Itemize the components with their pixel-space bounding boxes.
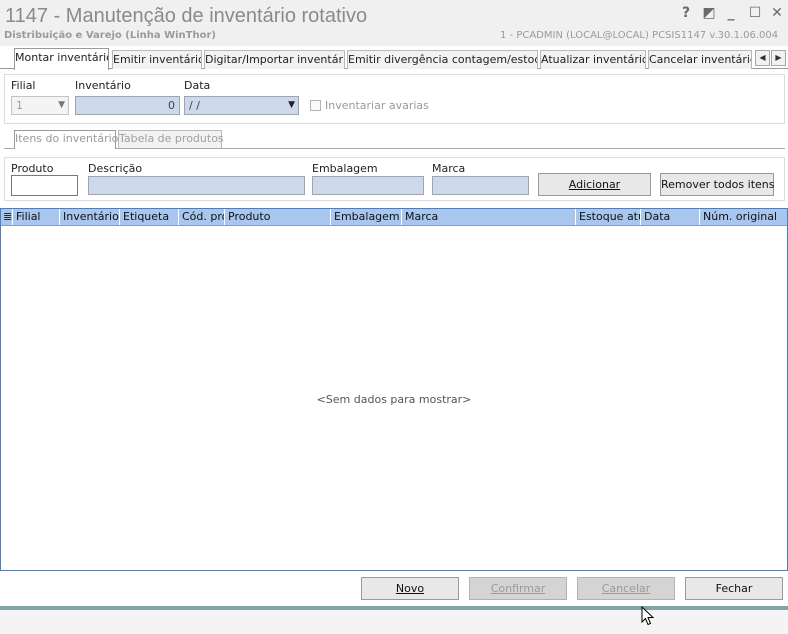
fechar-label: Fechar bbox=[715, 582, 753, 595]
column-chooser-icon[interactable]: ≣ bbox=[1, 209, 13, 225]
product-panel: Produto Descrição Embalagem Marca Adicio… bbox=[4, 157, 785, 201]
main-tabs: Montar inventário Emitir inventário Digi… bbox=[0, 48, 788, 70]
tab-montar-inventario[interactable]: Montar inventário bbox=[14, 48, 109, 70]
window-subtitle: Distribuição e Varejo (Linha WinThor) bbox=[4, 30, 216, 41]
col-data[interactable]: Data bbox=[641, 209, 700, 225]
tab-emitir-divergencia[interactable]: Emitir divergência contagem/estoque bbox=[347, 50, 538, 69]
adicionar-label: Adicionar bbox=[568, 178, 621, 191]
grid-header: ≣ Filial Inventário Etiqueta Cód. pro Pr… bbox=[1, 209, 787, 226]
col-num-original[interactable]: Núm. original bbox=[700, 209, 787, 225]
produto-label: Produto bbox=[11, 162, 54, 175]
confirmar-label: Confirmar bbox=[490, 582, 546, 595]
minimize-icon[interactable]: _ bbox=[722, 5, 740, 21]
tab-atualizar-inventario[interactable]: Atualizar inventário bbox=[540, 50, 646, 69]
avarias-checkbox[interactable] bbox=[310, 100, 321, 111]
col-cod-produto[interactable]: Cód. pro bbox=[179, 209, 225, 225]
confirmar-button[interactable]: Confirmar bbox=[469, 577, 567, 600]
footer-bar: Novo Confirmar Cancelar Fechar bbox=[0, 571, 788, 607]
items-grid[interactable]: ≣ Filial Inventário Etiqueta Cód. pro Pr… bbox=[0, 208, 788, 571]
cancelar-label: Cancelar bbox=[601, 582, 651, 595]
col-marca[interactable]: Marca bbox=[402, 209, 576, 225]
novo-label: Novo bbox=[395, 582, 425, 595]
filial-label: Filial bbox=[11, 79, 36, 92]
help-icon[interactable]: ? bbox=[677, 5, 695, 21]
marca-label: Marca bbox=[432, 162, 466, 175]
avarias-label: Inventariar avarias bbox=[325, 99, 429, 112]
filial-select[interactable]: 1 ▼ bbox=[11, 96, 69, 115]
novo-button[interactable]: Novo bbox=[361, 577, 459, 600]
filter-panel: Filial 1 ▼ Inventário 0 Data / / ▼ Inven… bbox=[4, 74, 785, 124]
embalagem-label: Embalagem bbox=[312, 162, 378, 175]
remover-label: Remover todos itens bbox=[661, 178, 775, 191]
restore-icon[interactable]: ◩ bbox=[700, 5, 718, 21]
window-title: 1147 - Manutenção de inventário rotativo bbox=[5, 5, 368, 27]
chevron-down-icon: ▼ bbox=[58, 100, 65, 110]
mouse-cursor-icon bbox=[641, 606, 655, 626]
col-embalagem[interactable]: Embalagem bbox=[331, 209, 402, 225]
bottom-area bbox=[0, 610, 788, 634]
col-produto[interactable]: Produto bbox=[225, 209, 331, 225]
title-bar: 1147 - Manutenção de inventário rotativo… bbox=[0, 0, 788, 46]
tab-scroll-right-icon[interactable]: ▶ bbox=[771, 50, 786, 66]
remover-todos-button[interactable]: Remover todos itens bbox=[660, 173, 774, 196]
data-label: Data bbox=[184, 79, 211, 92]
tab-scroll-left-icon[interactable]: ◀ bbox=[755, 50, 770, 66]
inventario-input[interactable]: 0 bbox=[75, 96, 180, 115]
data-value: / / bbox=[189, 99, 200, 112]
embalagem-field bbox=[312, 176, 424, 195]
fechar-button[interactable]: Fechar bbox=[685, 577, 783, 600]
chevron-down-icon: ▼ bbox=[288, 100, 295, 110]
tab-itens-inventario[interactable]: Itens do inventário bbox=[14, 130, 118, 149]
col-filial[interactable]: Filial bbox=[13, 209, 60, 225]
col-etiqueta[interactable]: Etiqueta bbox=[120, 209, 179, 225]
close-icon[interactable]: ✕ bbox=[768, 5, 786, 21]
tab-tabela-produtos[interactable]: Tabela de produtos bbox=[118, 130, 224, 148]
col-inventario[interactable]: Inventário bbox=[60, 209, 120, 225]
col-estoque-atual[interactable]: Estoque atua bbox=[576, 209, 641, 225]
tab-digitar-importar[interactable]: Digitar/Importar inventário bbox=[204, 50, 345, 69]
adicionar-button[interactable]: Adicionar bbox=[538, 173, 651, 196]
marca-field bbox=[432, 176, 529, 195]
filial-value: 1 bbox=[16, 99, 23, 112]
tab-emitir-inventario[interactable]: Emitir inventário bbox=[112, 50, 202, 69]
sub-tabs: Itens do inventário Tabela de produtos bbox=[4, 130, 785, 149]
data-date-picker[interactable]: / / ▼ bbox=[184, 96, 299, 115]
descricao-field bbox=[88, 176, 305, 195]
session-info: 1 - PCADMIN (LOCAL@LOCAL) PCSIS1147 v.30… bbox=[500, 30, 779, 41]
inventario-label: Inventário bbox=[75, 79, 131, 92]
grid-empty-message: <Sem dados para mostrar> bbox=[316, 393, 472, 406]
tab-cancelar-inventario[interactable]: Cancelar inventário bbox=[648, 50, 752, 69]
descricao-label: Descrição bbox=[88, 162, 143, 175]
produto-input[interactable] bbox=[11, 175, 78, 196]
maximize-icon[interactable]: ☐ bbox=[746, 5, 764, 21]
cancelar-button[interactable]: Cancelar bbox=[577, 577, 675, 600]
